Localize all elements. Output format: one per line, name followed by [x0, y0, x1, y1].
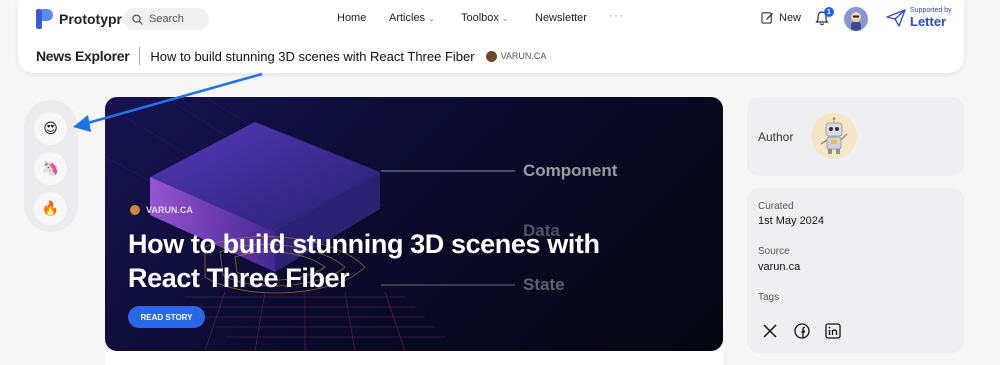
- search-box[interactable]: [123, 8, 209, 30]
- top-header: Prototypr Home Articles ⌄ Toolbox ⌄ News…: [18, 0, 964, 73]
- share-x-button[interactable]: [761, 322, 779, 340]
- nav-toolbox-label: Toolbox: [461, 12, 499, 24]
- hero-source[interactable]: VARUN.CA: [130, 205, 193, 215]
- chevron-down-icon: ⌄: [501, 13, 509, 23]
- divider: [139, 47, 141, 65]
- news-explorer-title[interactable]: News Explorer: [36, 48, 130, 64]
- source-link[interactable]: varun.ca: [758, 261, 800, 273]
- hero-source-name: VARUN.CA: [146, 205, 193, 215]
- linkedin-icon: [825, 323, 841, 339]
- reaction-fire-button[interactable]: 🔥: [34, 192, 67, 225]
- paper-plane-icon: [886, 8, 906, 27]
- prototypr-logo-icon: [36, 9, 53, 29]
- edit-icon: [761, 12, 774, 24]
- unicorn-emoji-icon: 🦄: [41, 160, 60, 176]
- author-card: Author: [747, 97, 964, 176]
- letter-text: Letter: [910, 14, 947, 29]
- search-icon: [132, 13, 143, 25]
- tags-label: Tags: [758, 292, 780, 303]
- new-label: New: [779, 11, 802, 24]
- new-post-button[interactable]: New: [761, 11, 801, 24]
- source-logo-icon: [485, 50, 497, 62]
- nav-toolbox[interactable]: Toolbox ⌄: [461, 12, 509, 24]
- fire-emoji-icon: 🔥: [41, 200, 60, 216]
- nav-articles[interactable]: Articles ⌄: [389, 12, 435, 24]
- reaction-heart-eyes-button[interactable]: 😍: [34, 112, 67, 145]
- source-label: Source: [758, 246, 790, 257]
- logo[interactable]: Prototypr: [36, 9, 122, 29]
- article-body-start: [105, 351, 723, 365]
- share-facebook-button[interactable]: [793, 322, 811, 340]
- search-input[interactable]: [149, 13, 204, 25]
- author-label: Author: [758, 130, 794, 144]
- read-story-button[interactable]: READ STORY: [128, 306, 205, 328]
- meta-card: Curated 1st May 2024 Source varun.ca Tag…: [747, 188, 964, 353]
- chevron-down-icon: ⌄: [428, 13, 435, 23]
- logo-text: Prototypr: [59, 11, 122, 27]
- nav-articles-label: Articles: [389, 12, 426, 24]
- reaction-unicorn-button[interactable]: 🦄: [34, 152, 67, 185]
- nav-newsletter-label: Newsletter: [535, 12, 587, 24]
- curated-value: 1st May 2024: [758, 215, 825, 227]
- robot-avatar-icon: [820, 117, 848, 154]
- notification-badge: 1: [824, 7, 834, 17]
- share-linkedin-button[interactable]: [824, 322, 842, 340]
- facebook-icon: [794, 323, 810, 339]
- source-logo-icon: [130, 205, 140, 215]
- supported-by-letter[interactable]: Supported by Letter: [886, 7, 952, 28]
- heart-eyes-emoji-icon: 😍: [43, 120, 58, 136]
- nav-newsletter[interactable]: Newsletter: [535, 12, 587, 24]
- user-avatar-icon: [851, 12, 861, 31]
- hero-banner: Component Data State VARUN.CA How to bui…: [105, 97, 723, 351]
- reactions-bar: 😍 🦄 🔥: [24, 100, 78, 232]
- subheader: News Explorer How to build stunning 3D s…: [36, 47, 546, 65]
- article-title: How to build stunning 3D scenes with Rea…: [150, 48, 475, 64]
- nav-home[interactable]: Home: [337, 12, 366, 24]
- user-avatar[interactable]: [844, 7, 868, 31]
- author-avatar[interactable]: [811, 113, 857, 159]
- source-name: VARUN.CA: [500, 51, 547, 61]
- x-icon: [763, 324, 777, 338]
- more-menu-button[interactable]: ···: [609, 8, 624, 22]
- nav-home-label: Home: [337, 12, 367, 24]
- hero-label-component: Component: [523, 161, 618, 180]
- curated-label: Curated: [758, 201, 794, 212]
- hero-title[interactable]: How to build stunning 3D scenes with Rea…: [128, 227, 648, 295]
- source-pill[interactable]: VARUN.CA: [485, 50, 547, 62]
